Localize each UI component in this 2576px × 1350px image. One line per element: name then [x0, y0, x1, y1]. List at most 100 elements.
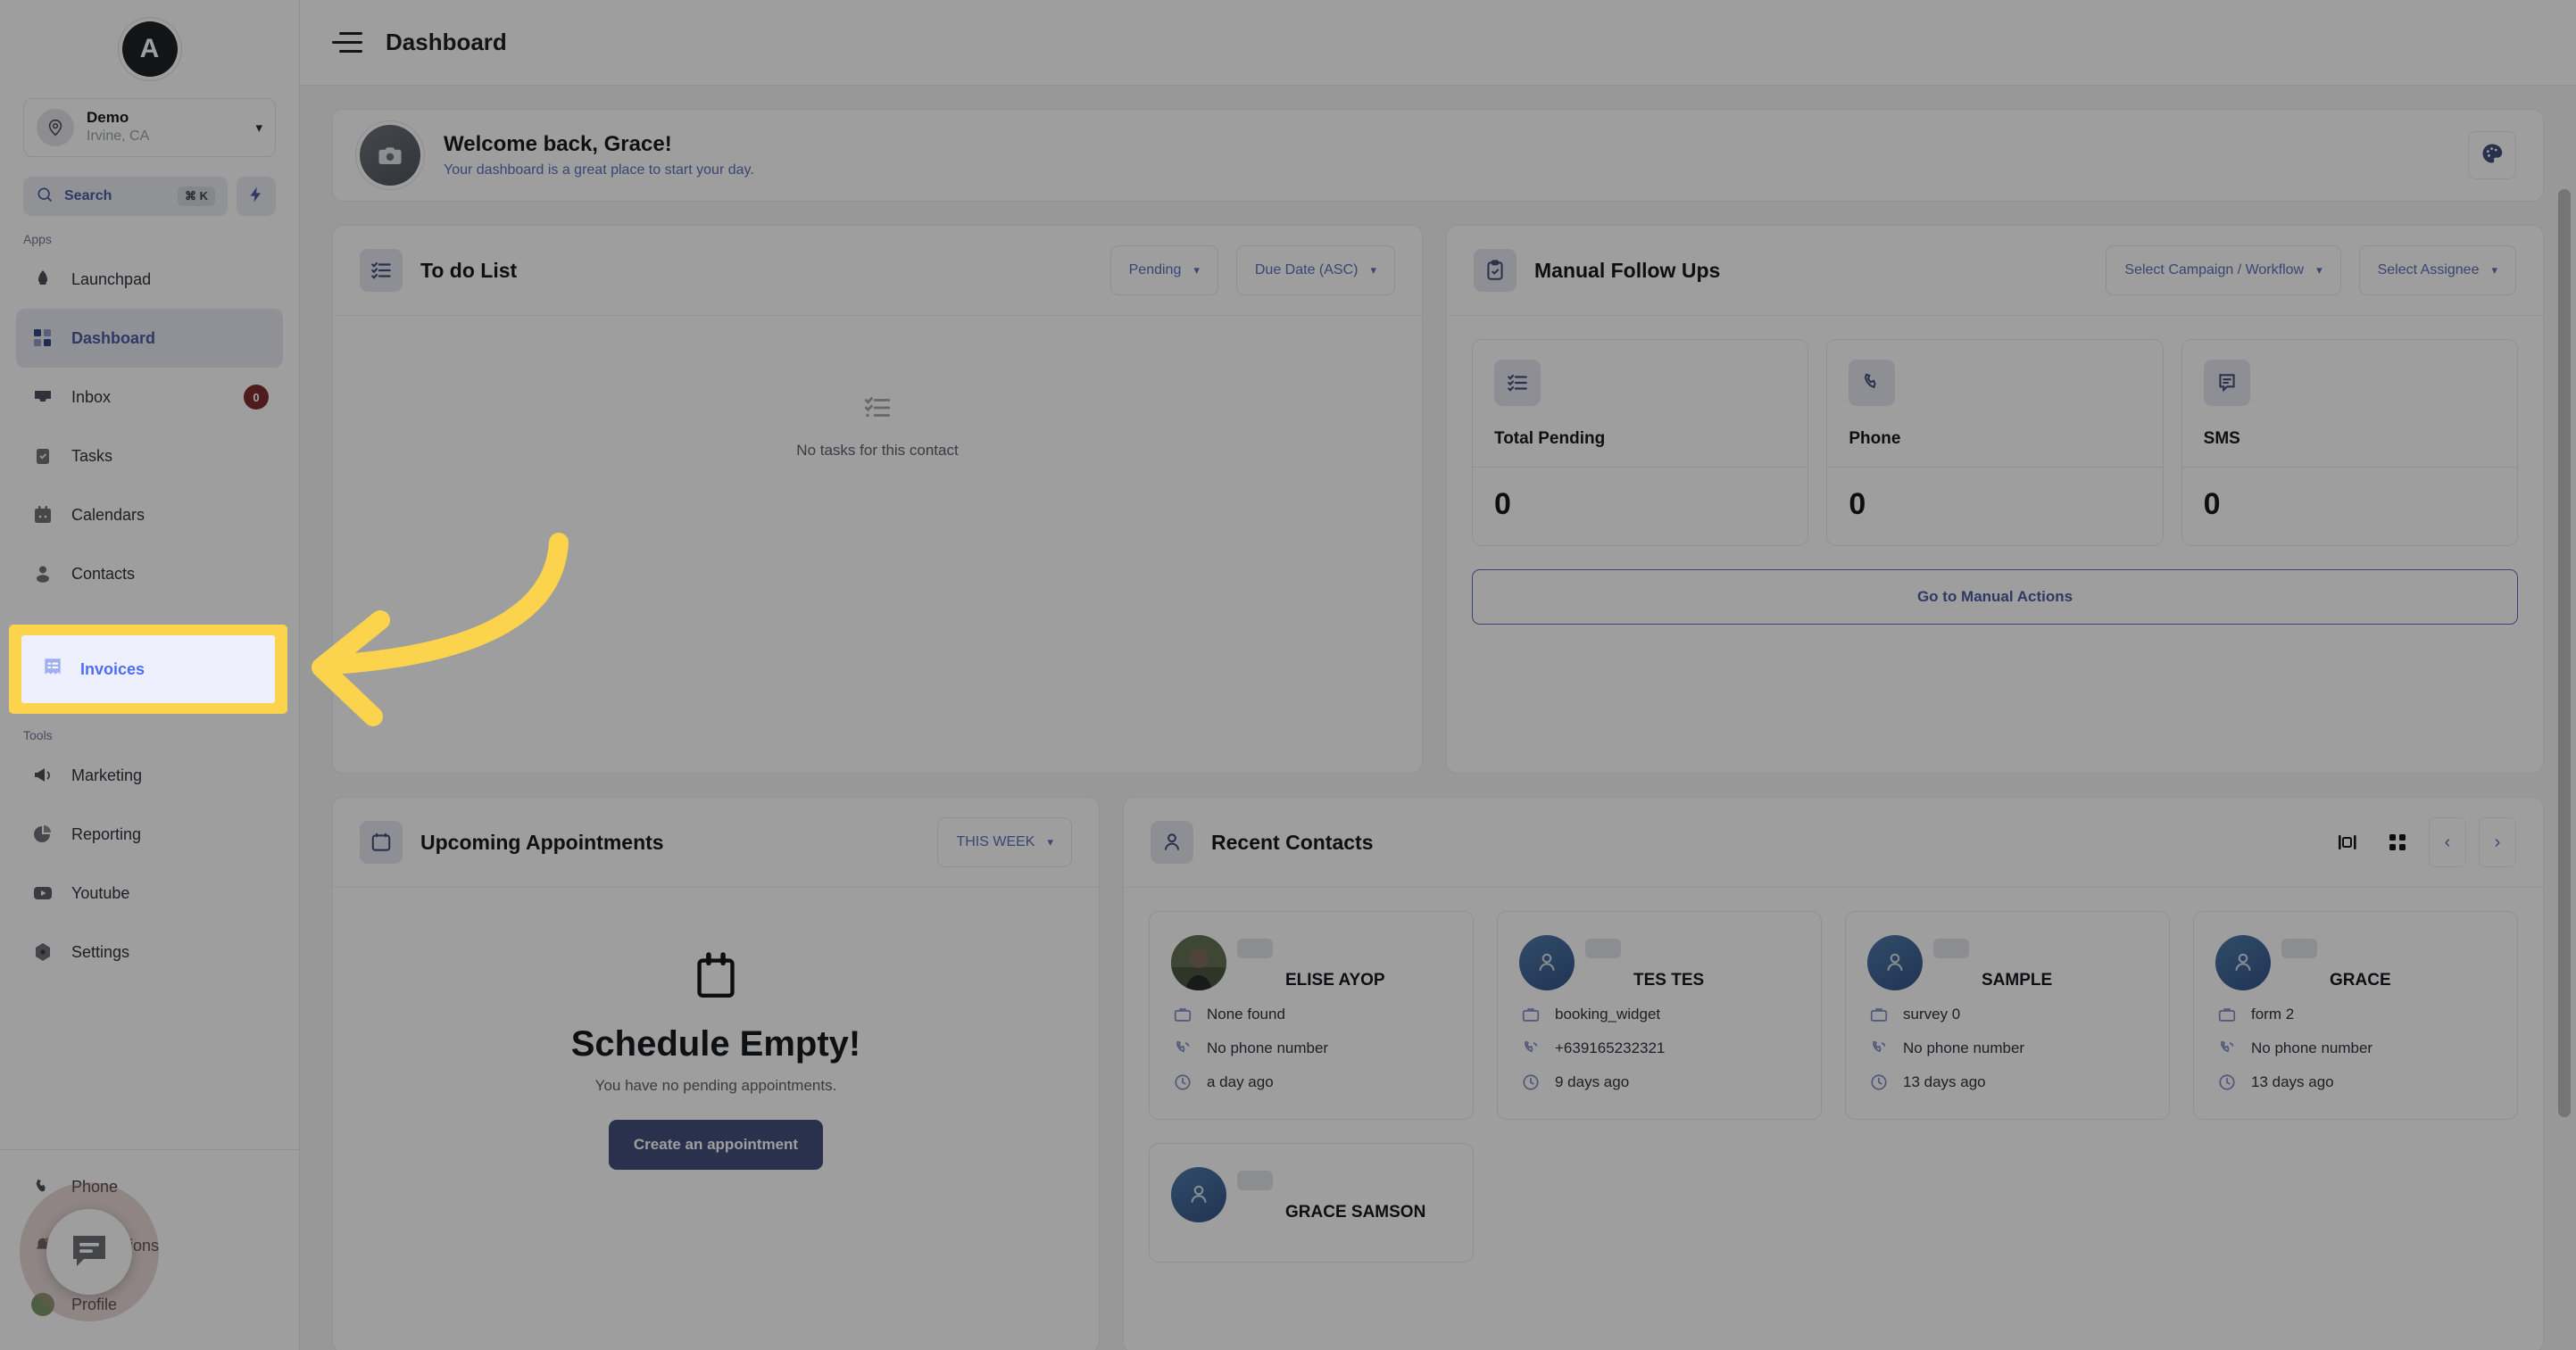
- chevron-right-icon: ›: [2494, 832, 2501, 852]
- search-shortcut: ⌘ K: [178, 186, 215, 206]
- contact-phone-line: No phone number: [1867, 1039, 2148, 1058]
- quick-action-button[interactable]: [237, 177, 276, 216]
- avatar: [1519, 935, 1575, 990]
- grid-squares-icon: [30, 326, 55, 351]
- chevron-left-icon: ‹: [2444, 832, 2451, 852]
- mfu-title: Manual Follow Ups: [1534, 258, 1721, 282]
- contact-time: 13 days ago: [2251, 1073, 2334, 1090]
- recent-contacts-actions: ‹ ›: [2329, 817, 2516, 867]
- briefcase-icon: [1867, 1005, 1890, 1024]
- sidebar-item-launchpad[interactable]: Launchpad: [16, 250, 283, 309]
- app-logo[interactable]: A: [0, 0, 299, 98]
- sidebar-item-calendars[interactable]: Calendars: [16, 485, 283, 544]
- contact-card[interactable]: GRACE SAMSON: [1149, 1143, 1474, 1263]
- sidebar-item-inbox[interactable]: Inbox 0: [16, 368, 283, 427]
- list-view-icon[interactable]: [2329, 824, 2366, 861]
- grid-view-icon[interactable]: [2379, 824, 2416, 861]
- mfu-stat-row: Total Pending 0 Phone 0 SMS 0: [1472, 339, 2518, 546]
- todo-title: To do List: [420, 258, 518, 282]
- appointments-title: Upcoming Appointments: [420, 830, 664, 854]
- phone-ring-icon: [2215, 1039, 2239, 1058]
- briefcase-icon: [1519, 1005, 1542, 1024]
- sidebar-item-tasks[interactable]: Tasks: [16, 427, 283, 485]
- contact-source: None found: [1207, 1006, 1285, 1023]
- checklist-icon: [360, 249, 403, 292]
- sidebar-item-label: Tasks: [71, 446, 113, 465]
- todo-status-filter[interactable]: Pending ▾: [1109, 245, 1218, 295]
- sidebar-item-label: Marketing: [71, 766, 143, 784]
- search-label: Search: [64, 188, 112, 203]
- todo-empty-state: No tasks for this contact: [333, 316, 1422, 773]
- contact-card[interactable]: GRACE form 2 No phone number 13 days ago: [2193, 911, 2518, 1120]
- lightning-bolt-icon: [247, 185, 265, 209]
- appointments-range-filter[interactable]: THIS WEEK ▾: [937, 817, 1072, 867]
- sidebar-item-label: Calendars: [71, 505, 145, 524]
- theme-button[interactable]: [2468, 131, 2516, 179]
- scrollbar-thumb[interactable]: [2558, 189, 2571, 1117]
- section-label-tools: Tools: [23, 728, 53, 742]
- phone-ring-icon: [1867, 1039, 1890, 1058]
- contact-name: ELISE AYOP: [1285, 971, 1385, 990]
- contact-phone: +639165232321: [1555, 1039, 1666, 1056]
- mfu-campaign-filter[interactable]: Select Campaign / Workflow ▾: [2106, 245, 2341, 295]
- briefcase-icon: [1171, 1005, 1194, 1024]
- sidebar-item-reporting[interactable]: Reporting: [16, 805, 283, 864]
- contact-phone-line: +639165232321: [1519, 1039, 1799, 1058]
- contact-card[interactable]: ELISE AYOP None found No phone number a …: [1149, 911, 1474, 1120]
- contact-time-line: a day ago: [1171, 1073, 1451, 1092]
- stat-sms: SMS 0: [2181, 339, 2518, 546]
- status-badge: [1585, 939, 1621, 958]
- search-input[interactable]: Search ⌘ K: [23, 177, 228, 216]
- stat-value: 0: [1473, 467, 1808, 545]
- mfu-assignee-value: Select Assignee: [2377, 262, 2480, 277]
- sidebar-item-label: Launchpad: [71, 269, 152, 288]
- recent-contacts-prev-button[interactable]: ‹: [2429, 817, 2466, 867]
- sidebar-item-invoices[interactable]: Invoices: [16, 662, 283, 721]
- pie-chart-icon: [30, 822, 55, 847]
- sidebar-item-settings[interactable]: Settings: [16, 923, 283, 981]
- todo-sort-filter[interactable]: Due Date (ASC) ▾: [1235, 245, 1395, 295]
- contact-name: GRACE SAMSON: [1285, 1203, 1426, 1222]
- funnel-icon: [30, 620, 55, 645]
- sidebar-item-label: Invoices: [71, 682, 137, 700]
- contact-card[interactable]: SAMPLE survey 0 No phone number 13 days …: [1845, 911, 2170, 1120]
- stat-total-pending: Total Pending 0: [1472, 339, 1809, 546]
- menu-toggle-icon[interactable]: [332, 28, 362, 58]
- row-appointments-contacts: Upcoming Appointments THIS WEEK ▾ Schedu…: [332, 797, 2544, 1350]
- recent-contacts-card: Recent Contacts ‹ › ELISE AYOP None foun…: [1123, 797, 2544, 1350]
- gear-icon: [30, 940, 55, 965]
- sidebar-item-dashboard[interactable]: Dashboard: [16, 309, 283, 368]
- youtube-icon: [30, 881, 55, 906]
- camera-icon[interactable]: [360, 125, 420, 186]
- location-sublabel: Irvine, CA: [87, 128, 150, 144]
- sidebar-item-marketing[interactable]: Marketing: [16, 746, 283, 805]
- create-appointment-button[interactable]: Create an appointment: [608, 1120, 824, 1170]
- chevron-down-icon: ▾: [1047, 835, 1053, 849]
- chat-widget-button[interactable]: [46, 1209, 132, 1295]
- sidebar-item-youtube[interactable]: Youtube: [16, 864, 283, 923]
- sidebar-item-label: Settings: [71, 942, 130, 961]
- sidebar-item-contacts[interactable]: Contacts: [16, 544, 283, 603]
- contact-card[interactable]: TES TES booking_widget +639165232321 9 d…: [1497, 911, 1822, 1120]
- appointments-empty-sub: You have no pending appointments.: [594, 1077, 837, 1094]
- sidebar-item-label: Pipeline: [71, 623, 129, 642]
- content-scroll-area: Welcome back, Grace! Your dashboard is a…: [300, 86, 2576, 1350]
- status-badge: [1237, 1171, 1273, 1190]
- upcoming-appointments-card: Upcoming Appointments THIS WEEK ▾ Schedu…: [332, 797, 1100, 1350]
- sidebar: A Demo Irvine, CA ▾ Search ⌘ K Apps Laun…: [0, 0, 300, 1350]
- chat-bubble-icon: [68, 1229, 111, 1276]
- go-to-manual-actions-button[interactable]: Go to Manual Actions: [1472, 569, 2518, 625]
- contact-time-line: 13 days ago: [2215, 1073, 2496, 1092]
- phone-ring-icon: [1171, 1039, 1194, 1058]
- sidebar-item-pipeline[interactable]: Pipeline: [16, 603, 283, 662]
- mfu-body: Total Pending 0 Phone 0 SMS 0 Go to Manu…: [1447, 316, 2543, 650]
- location-selector[interactable]: Demo Irvine, CA ▾: [23, 98, 276, 157]
- mfu-assignee-filter[interactable]: Select Assignee ▾: [2358, 245, 2516, 295]
- search-row: Search ⌘ K: [0, 177, 299, 225]
- recent-contacts-next-button[interactable]: ›: [2479, 817, 2516, 867]
- phone-icon: [1849, 360, 1896, 406]
- todo-list-card: To do List Pending ▾ Due Date (ASC) ▾ No…: [332, 225, 1423, 774]
- vertical-scrollbar[interactable]: [2558, 171, 2571, 1350]
- top-bar: Dashboard: [300, 0, 2576, 86]
- status-badge: [1933, 939, 1969, 958]
